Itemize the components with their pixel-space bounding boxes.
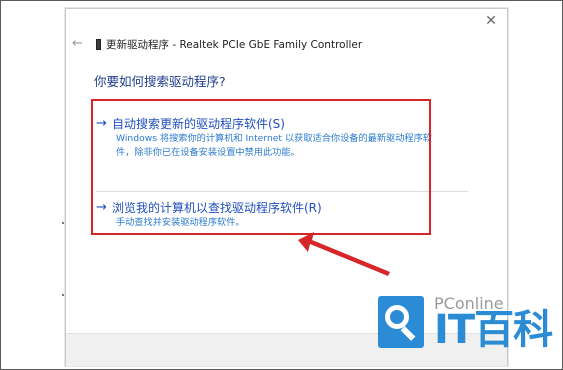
- title-bar: ← 更新驱动程序 - Realtek PCIe GbE Family Contr…: [72, 35, 362, 53]
- stray-mark: [62, 222, 64, 224]
- red-pointer-arrow: [298, 232, 390, 276]
- red-highlight-box: [91, 99, 431, 235]
- window-title: 更新驱动程序 - Realtek PCIe GbE Family Control…: [106, 38, 363, 51]
- stray-mark: [62, 294, 64, 296]
- watermark-title: IT百科: [434, 307, 553, 353]
- device-icon: [96, 38, 101, 50]
- watermark-logo-icon: [378, 296, 424, 348]
- arrow-shape: [298, 232, 390, 276]
- logo-ring: [385, 305, 409, 329]
- close-icon[interactable]: ✕: [481, 11, 501, 31]
- back-arrow-icon[interactable]: ←: [72, 37, 86, 51]
- page-question: 你要如何搜索驱动程序?: [94, 74, 226, 89]
- logo-slash: [400, 326, 416, 341]
